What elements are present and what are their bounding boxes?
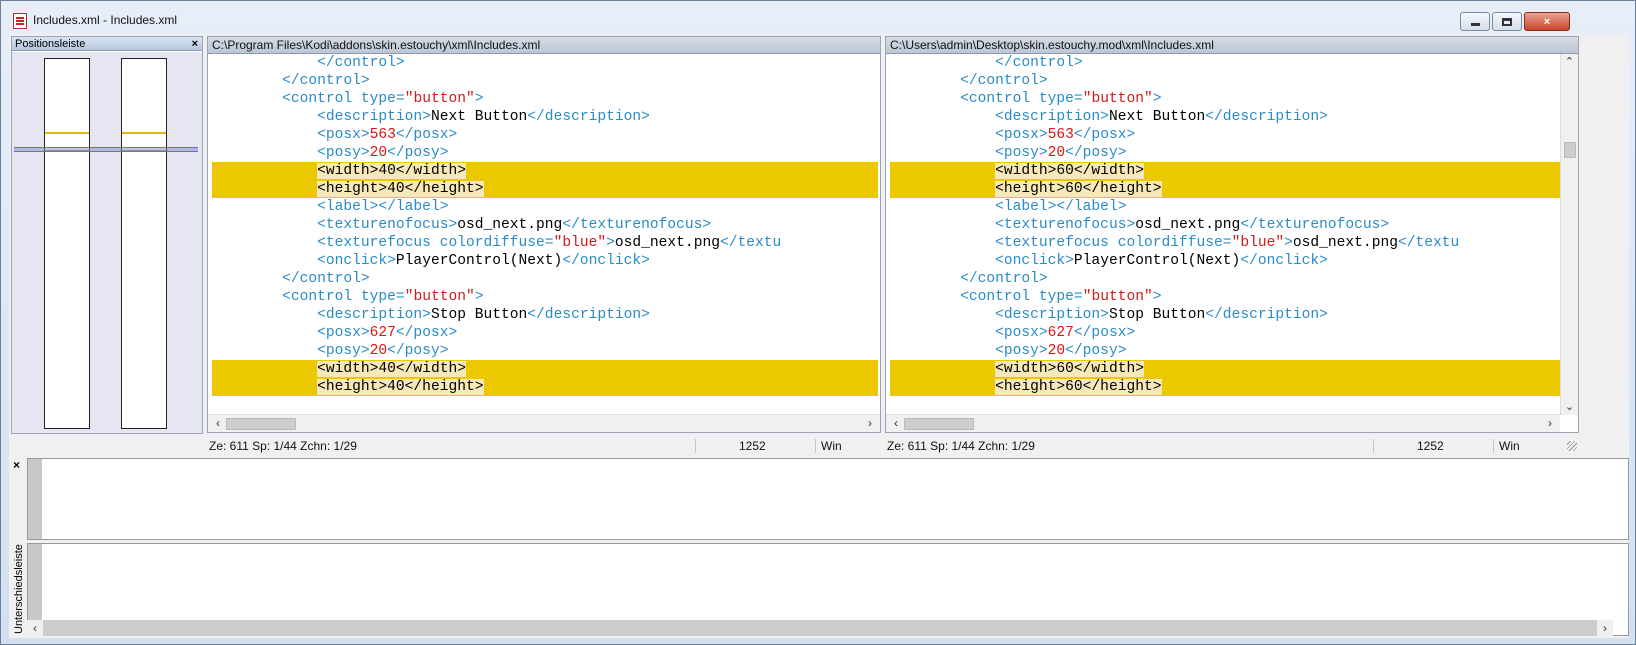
left-status-bar: Ze: 611 Sp: 1/44 Zchn: 1/29 1252 Win	[207, 437, 881, 455]
diff-marker	[45, 132, 89, 134]
code-line: <onclick>PlayerControl(Next)</onclick>	[317, 253, 650, 269]
changed-line: <width>60</width>	[890, 360, 1560, 378]
difference-bar-title: Unterschiedsleiste	[13, 544, 25, 634]
code-line: </control>	[995, 55, 1083, 71]
position-bar: Positionsleiste ×	[11, 36, 203, 434]
left-code-view[interactable]: </control> </control> <control type="but…	[212, 54, 878, 399]
code-line: <label></label>	[317, 199, 449, 215]
changed-line: <width>40</width>	[212, 162, 878, 180]
code-line: <control type="button">	[282, 289, 484, 305]
code-line: </control>	[282, 271, 370, 287]
scroll-right-icon[interactable]: ›	[1542, 415, 1558, 432]
codepage: 1252	[739, 439, 766, 453]
code-line: <texturefocus colordiffuse="blue">osd_ne…	[995, 235, 1460, 251]
diff-marker	[122, 132, 166, 134]
scroll-thumb[interactable]	[1564, 142, 1576, 158]
close-icon: ×	[1543, 15, 1551, 28]
code-line: <onclick>PlayerControl(Next)</onclick>	[995, 253, 1328, 269]
changed-line: <width>60</width>	[890, 162, 1560, 180]
scroll-down-icon[interactable]: ⌄	[1561, 399, 1578, 415]
status-separator	[1493, 439, 1494, 453]
right-file-pane[interactable]: C:\Users\admin\Desktop\skin.estouchy.mod…	[885, 36, 1579, 433]
scroll-left-icon[interactable]: ‹	[210, 415, 226, 432]
code-line: <posx>627</posx>	[995, 325, 1136, 341]
right-code-view[interactable]: </control> </control> <control type="but…	[890, 54, 1560, 399]
code-line: </control>	[960, 271, 1048, 287]
right-file-path: C:\Users\admin\Desktop\skin.estouchy.mod…	[886, 37, 1578, 54]
status-separator	[695, 439, 696, 453]
code-line: <posy>20</posy>	[317, 145, 449, 161]
position-bar-title: Positionsleiste	[15, 38, 86, 50]
position-bar-header: Positionsleiste ×	[12, 37, 202, 51]
code-line: <posx>563</posx>	[317, 127, 458, 143]
restore-icon	[1502, 17, 1512, 26]
code-line: <texturenofocus>osd_next.png</texturenof…	[317, 217, 712, 233]
right-vertical-scrollbar[interactable]: ⌃ ⌄	[1560, 54, 1578, 415]
changed-line: <height>60</height>	[890, 378, 1560, 396]
code-line: <posy>20</posy>	[995, 343, 1127, 359]
left-horizontal-scrollbar[interactable]: ‹ ›	[208, 414, 880, 432]
scroll-right-icon[interactable]: ›	[1597, 620, 1613, 636]
scroll-right-icon[interactable]: ›	[862, 415, 878, 432]
code-line: <label></label>	[995, 199, 1127, 215]
position-map-right[interactable]	[121, 58, 167, 429]
position-bar-map[interactable]	[12, 52, 202, 433]
difference-horizontal-scrollbar[interactable]: ‹ ›	[27, 620, 1613, 636]
right-status-bar: Ze: 611 Sp: 1/44 Zchn: 1/29 1252 Win	[885, 437, 1579, 455]
diff-gutter	[28, 459, 42, 539]
code-line: <posx>627</posx>	[317, 325, 458, 341]
scroll-thumb[interactable]	[904, 418, 974, 430]
code-line: <description>Stop Button</description>	[317, 307, 650, 323]
scroll-left-icon[interactable]: ‹	[888, 415, 904, 432]
code-line: <control type="button">	[282, 91, 484, 107]
scroll-thumb[interactable]	[226, 418, 296, 430]
minimize-button[interactable]	[1460, 12, 1490, 31]
changed-line: <width>40</width>	[212, 360, 878, 378]
resize-grip[interactable]	[1567, 441, 1577, 451]
status-separator	[815, 439, 816, 453]
code-line: <posy>20</posy>	[317, 343, 449, 359]
cursor-position: Ze: 611 Sp: 1/44 Zchn: 1/29	[887, 439, 1035, 453]
client-area: Positionsleiste × C:\Program Files\Kodi\…	[9, 34, 1629, 638]
difference-line-left[interactable]	[27, 458, 1629, 540]
close-window-button[interactable]: ×	[1524, 12, 1570, 31]
left-file-path: C:\Program Files\Kodi\addons\skin.estouc…	[208, 37, 880, 54]
code-line: <posy>20</posy>	[995, 145, 1127, 161]
scroll-left-icon[interactable]: ‹	[27, 620, 43, 636]
difference-bar-close-icon[interactable]: ×	[13, 458, 20, 472]
code-line: <posx>563</posx>	[995, 127, 1136, 143]
code-line: <description>Stop Button</description>	[995, 307, 1328, 323]
code-line: <description>Next Button</description>	[995, 109, 1328, 125]
line-ending: Win	[1499, 439, 1520, 453]
viewport-indicator[interactable]	[14, 147, 198, 152]
code-line: </control>	[317, 55, 405, 71]
difference-bar: × Unterschiedsleiste ‹ ›	[11, 458, 1629, 636]
cursor-position: Ze: 611 Sp: 1/44 Zchn: 1/29	[209, 439, 357, 453]
window-title: Includes.xml - Includes.xml	[33, 13, 178, 27]
changed-line: <height>40</height>	[212, 180, 878, 198]
difference-bar-title-container: Unterschiedsleiste	[11, 544, 25, 636]
left-file-pane[interactable]: C:\Program Files\Kodi\addons\skin.estouc…	[207, 36, 881, 433]
code-line: <control type="button">	[960, 91, 1162, 107]
code-line: </control>	[282, 73, 370, 89]
app-window: Includes.xml - Includes.xml × Positionsl…	[0, 0, 1636, 645]
app-icon[interactable]	[13, 13, 27, 29]
changed-line: <height>60</height>	[890, 180, 1560, 198]
code-line: <description>Next Button</description>	[317, 109, 650, 125]
position-bar-close-icon[interactable]: ×	[192, 37, 198, 51]
code-line: <texturefocus colordiffuse="blue">osd_ne…	[317, 235, 782, 251]
restore-button[interactable]	[1492, 12, 1522, 31]
right-horizontal-scrollbar[interactable]: ‹ ›	[886, 414, 1560, 432]
codepage: 1252	[1417, 439, 1444, 453]
code-line: </control>	[960, 73, 1048, 89]
changed-line: <height>40</height>	[212, 378, 878, 396]
code-line: <texturenofocus>osd_next.png</texturenof…	[995, 217, 1390, 233]
scroll-up-icon[interactable]: ⌃	[1561, 54, 1578, 70]
code-line: <control type="button">	[960, 289, 1162, 305]
minimize-icon	[1470, 23, 1480, 26]
status-separator	[1373, 439, 1374, 453]
line-ending: Win	[821, 439, 842, 453]
position-map-left[interactable]	[44, 58, 90, 429]
